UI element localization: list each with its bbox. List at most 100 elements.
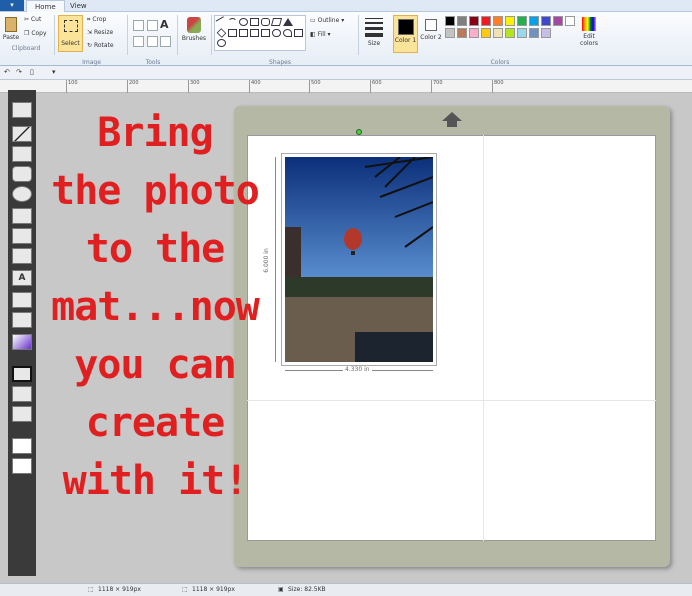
line-width-icon [365,22,383,24]
color-swatch[interactable] [505,16,515,26]
color-swatch[interactable] [457,28,467,38]
tab-home[interactable]: Home [26,0,65,12]
color-palette [445,16,575,38]
ruler-tick: 800 [492,80,504,93]
text-tool-icon[interactable]: A [160,18,169,31]
selection-size-icon: ⬚ [88,586,94,593]
crop-icon: ⌗ [87,16,91,23]
color-swatch[interactable] [541,28,551,38]
hexagon-shape-icon[interactable] [239,28,248,37]
ruler-tick: 200 [127,80,139,93]
resize-button[interactable]: ⇲ Resize [87,29,113,36]
fill-tool-icon[interactable] [147,20,158,31]
cut-button[interactable]: ✂ Cut [24,16,41,23]
shapes-gallery[interactable] [214,15,306,51]
color-swatch[interactable] [505,28,515,38]
crop-button[interactable]: ⌗ Crop [87,16,106,24]
overlay-line: create [85,400,226,446]
color-swatch[interactable] [457,16,467,26]
separator [177,15,178,55]
ruler-tick: 100 [66,80,78,93]
photo-selection-frame[interactable] [281,153,437,366]
color-swatch[interactable] [517,16,527,26]
color-swatch[interactable] [565,16,575,26]
guide-line-vertical [483,135,484,541]
arrow-shape-icon[interactable] [250,28,259,37]
color2-label: Color 2 [420,34,442,41]
diamond-shape-icon[interactable] [216,27,227,38]
colors-group-label: Colors [490,59,510,66]
color-swatch[interactable] [481,28,491,38]
magnifier-icon[interactable] [160,36,171,47]
color2-swatch [425,19,437,31]
redo-icon[interactable]: ↷ [16,68,22,76]
edit-colors-label: Edit colors [580,33,598,47]
tab-view[interactable]: View [62,0,95,12]
pentagon-shape-icon[interactable] [228,28,237,37]
rotate-button[interactable]: ↻ Rotate [87,42,114,49]
color-swatch[interactable] [469,16,479,26]
color1-button[interactable]: Color 1 [393,15,418,53]
fill-dropdown[interactable]: ◧ Fill ▾ [310,31,331,38]
rounded-rectangle-shape-icon[interactable] [261,18,270,26]
callout-shape-icon[interactable] [272,28,281,37]
line-shape-icon[interactable] [215,16,228,28]
clipboard-group-label: Clipboard [11,45,41,52]
brushes-button[interactable]: Brushes [180,15,208,51]
size-button[interactable]: Size [362,16,386,52]
lightning-shape-icon[interactable] [294,28,303,37]
color-swatch[interactable] [529,16,539,26]
image-size-icon: ⬚ [182,586,188,593]
rotate-handle[interactable] [356,129,362,135]
color2-button[interactable]: Color 2 [420,15,442,53]
color-swatch[interactable] [553,16,563,26]
color-swatch[interactable] [529,28,539,38]
color-swatch[interactable] [469,28,479,38]
copy-button[interactable]: ❐ Copy [24,30,47,37]
outline-dropdown[interactable]: ▭ Outline ▾ [310,17,344,24]
disk-icon: ▣ [278,586,284,593]
overlay-line: with it! [62,458,249,504]
copy-label: Copy [31,30,47,37]
select-button[interactable]: Select [58,15,83,52]
polygon-shape-icon[interactable] [270,18,283,26]
up-arrow-icon[interactable] [442,112,462,121]
curve-shape-icon[interactable] [228,18,237,26]
chevron-down-icon: ▾ [341,17,345,24]
up-arrow-icon [447,121,457,127]
status-bar: ⬚ 1118 × 919px ⬚ 1118 × 919px ▣ Size: 82… [0,583,692,596]
undo-icon[interactable]: ↶ [4,68,10,76]
photo-width-label: 4.330 in [343,366,372,373]
oval-shape-icon[interactable] [239,18,248,26]
overlay-line: to the [85,226,226,272]
new-file-icon[interactable]: ▯ [30,68,34,76]
color-picker-icon[interactable] [147,36,158,47]
rotate-icon: ↻ [87,42,93,49]
pencil-tool-icon[interactable] [133,20,144,31]
paste-button[interactable]: Paste [2,15,20,45]
fill-label: Fill [317,31,326,38]
outline-icon: ▭ [310,17,316,24]
color1-label: Color 1 [394,37,417,44]
color-swatch[interactable] [445,28,455,38]
color-swatch[interactable] [493,16,503,26]
oval-callout-shape-icon[interactable] [217,39,226,48]
line-width-icon [365,33,383,37]
resize-icon: ⇲ [87,29,93,36]
edit-colors-button[interactable]: Edit colors [577,15,601,53]
rectangle-shape-icon[interactable] [250,18,259,26]
chevron-down-icon[interactable]: ▾ [52,68,56,76]
heart-shape-icon[interactable] [283,28,292,37]
triangle-shape-icon[interactable] [283,18,293,26]
color-swatch[interactable] [445,16,455,26]
color-swatch[interactable] [481,16,491,26]
app-menu-button[interactable]: ▾ [0,0,24,11]
selection-size: 1118 × 919px [98,586,141,593]
ruler-tick: 500 [309,80,321,93]
star-shape-icon[interactable] [261,28,270,37]
color-swatch[interactable] [493,28,503,38]
select-label: Select [61,40,80,47]
eraser-tool-icon[interactable] [133,36,144,47]
color-swatch[interactable] [541,16,551,26]
color-swatch[interactable] [517,28,527,38]
